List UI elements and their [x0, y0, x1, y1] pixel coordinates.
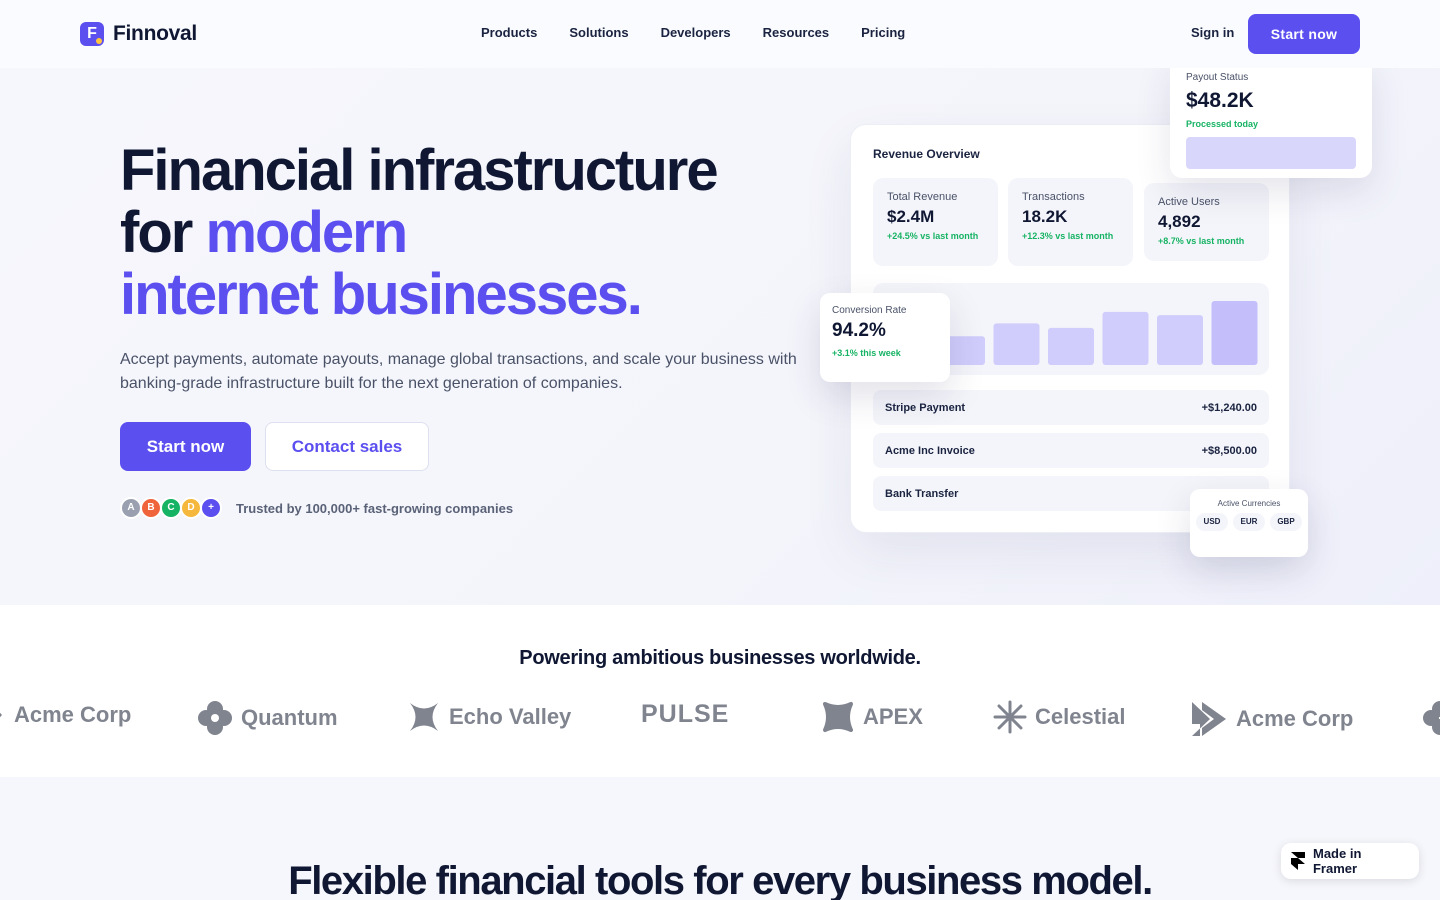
dashboard-title: Revenue Overview: [873, 147, 980, 161]
logo-name: PULSE: [641, 700, 730, 728]
chart-bar: [1102, 311, 1149, 365]
logo-acme-corp-2: Acme Corp: [1190, 700, 1353, 738]
transaction-name: Bank Transfer: [885, 487, 959, 500]
transaction-name: Stripe Payment: [885, 401, 966, 414]
tools-section-title: Flexible financial tools for every busin…: [288, 859, 1153, 900]
brand-logo[interactable]: F Finnoval: [80, 22, 197, 46]
hero-subtitle: Accept payments, automate payouts, manag…: [120, 351, 797, 392]
avatar: D: [180, 497, 202, 519]
hero-section: Financial infrastructure for modern inte…: [0, 56, 1440, 605]
stat-delta: +8.7% vs last month: [1158, 236, 1245, 246]
sign-in-link[interactable]: Sign in: [1191, 25, 1234, 40]
nav-links: Products Solutions Developers Resources …: [481, 25, 905, 40]
clover-icon: [1423, 701, 1440, 735]
payout-label: Payout Status: [1186, 72, 1249, 83]
avatar: C: [160, 497, 182, 519]
active-currencies-card: Active Currencies USD EUR GBP: [1190, 489, 1308, 557]
stat-delta: +12.3% vs last month: [1022, 231, 1114, 241]
avatar: B: [140, 497, 162, 519]
nav-link-developers[interactable]: Developers: [661, 25, 731, 40]
logo-acme-corp: Acme Corp: [0, 700, 131, 730]
framer-badge-label: Made in Framer: [1312, 846, 1362, 876]
payout-value: $48.2K: [1186, 89, 1254, 112]
stat-value: $2.4M: [887, 207, 935, 226]
avatar-stack: A B C D +: [120, 497, 222, 519]
tools-section: Flexible financial tools for every busin…: [0, 777, 1440, 900]
avatar: A: [120, 497, 142, 519]
currency-chip-eur: EUR: [1233, 513, 1265, 531]
conversion-rate-card: Conversion Rate 94.2% +3.1% this week: [820, 293, 950, 382]
logo-name: Echo Valley: [449, 704, 572, 729]
finnoval-logo-icon: F: [80, 22, 104, 46]
hero-title-accent-line-3: internet businesses.: [120, 262, 643, 327]
acme-icon: [0, 712, 2, 718]
logo-name: Quantum: [241, 705, 338, 730]
stat-active-users: Active Users 4,892 +8.7% vs last month: [1144, 183, 1269, 261]
trust-row: A B C D + Trusted by 100,000+ fast-growi…: [120, 497, 513, 519]
clover-icon: [198, 701, 232, 735]
chart-bar: [993, 323, 1040, 365]
payout-status-card: Payout Status $48.2K Processed today: [1170, 56, 1372, 178]
blob-icon: [823, 702, 853, 732]
hero-title-accent-modern: modern: [205, 200, 408, 265]
trust-text: Trusted by 100,000+ fast-growing compani…: [236, 500, 514, 516]
stat-label: Transactions: [1022, 191, 1085, 203]
chart-bar: [1048, 327, 1094, 365]
payout-progress-bar: [1186, 137, 1356, 169]
top-navigation: F Finnoval Products Solutions Developers…: [0, 0, 1440, 68]
x-cross-icon: [410, 703, 438, 731]
nav-link-resources[interactable]: Resources: [763, 25, 829, 40]
hero-title: Financial infrastructure for modern inte…: [120, 140, 820, 326]
transaction-amount: +$8,500.00: [1201, 444, 1257, 457]
currency-chip-usd: USD: [1196, 513, 1228, 531]
avatar-more: +: [200, 497, 222, 519]
nav-link-products[interactable]: Products: [481, 25, 537, 40]
brand-name: Finnoval: [113, 22, 197, 45]
stat-label: Active Users: [1158, 196, 1220, 208]
logo-quantum: Quantum: [197, 700, 338, 736]
contact-sales-button[interactable]: Contact sales: [265, 422, 429, 471]
chart-bar: [1211, 301, 1258, 365]
made-in-framer-badge[interactable]: Made in Framer: [1281, 843, 1419, 879]
start-now-button[interactable]: Start now: [120, 422, 251, 471]
conversion-delta: +3.1% this week: [832, 348, 901, 358]
stat-delta: +24.5% vs last month: [887, 231, 979, 241]
logo-name: APEX: [863, 704, 923, 729]
logo-name: Acme Corp: [1236, 706, 1354, 731]
stat-value: 18.2K: [1022, 207, 1068, 226]
logo-echo-valley: Echo Valley: [407, 700, 571, 734]
conversion-value: 94.2%: [832, 320, 886, 341]
payout-note: Processed today: [1186, 119, 1259, 129]
logo-quantum-cut: [1422, 700, 1440, 736]
hero-title-line-1: Financial infrastructure: [120, 138, 719, 203]
transaction-name: Acme Inc Invoice: [885, 444, 975, 457]
stat-total-revenue: Total Revenue $2.4M +24.5% vs last month: [873, 178, 998, 266]
logo-celestial: Celestial: [993, 700, 1126, 734]
nav-link-solutions[interactable]: Solutions: [569, 25, 628, 40]
transaction-row: Stripe Payment +$1,240.00: [873, 390, 1269, 425]
logo-pulse: PULSE: [641, 700, 729, 729]
hero-title-line-2: for: [120, 200, 206, 265]
currency-chip-gbp: GBP: [1270, 513, 1302, 531]
logo-apex: APEX: [821, 700, 923, 734]
stat-transactions: Transactions 18.2K +12.3% vs last month: [1008, 178, 1133, 266]
nav-start-now-button[interactable]: Start now: [1248, 14, 1360, 54]
star-burst-icon: [993, 700, 1027, 734]
stat-value: 4,892: [1158, 212, 1201, 231]
stat-label: Total Revenue: [887, 191, 958, 203]
currency-chips: USD EUR GBP: [1196, 513, 1302, 531]
chart-bar: [1157, 315, 1203, 365]
transaction-amount: +$1,240.00: [1201, 401, 1257, 414]
conversion-label: Conversion Rate: [832, 305, 907, 316]
nav-link-pricing[interactable]: Pricing: [861, 25, 905, 40]
currencies-label: Active Currencies: [1217, 499, 1281, 508]
transaction-row: Acme Inc Invoice +$8,500.00: [873, 433, 1269, 468]
logos-heading: Powering ambitious businesses worldwide.: [519, 647, 921, 669]
logo-name: Acme Corp: [14, 702, 132, 727]
logo-name: Celestial: [1035, 704, 1126, 729]
chevron-logo-icon: [1192, 702, 1226, 736]
framer-icon: [1291, 852, 1305, 870]
